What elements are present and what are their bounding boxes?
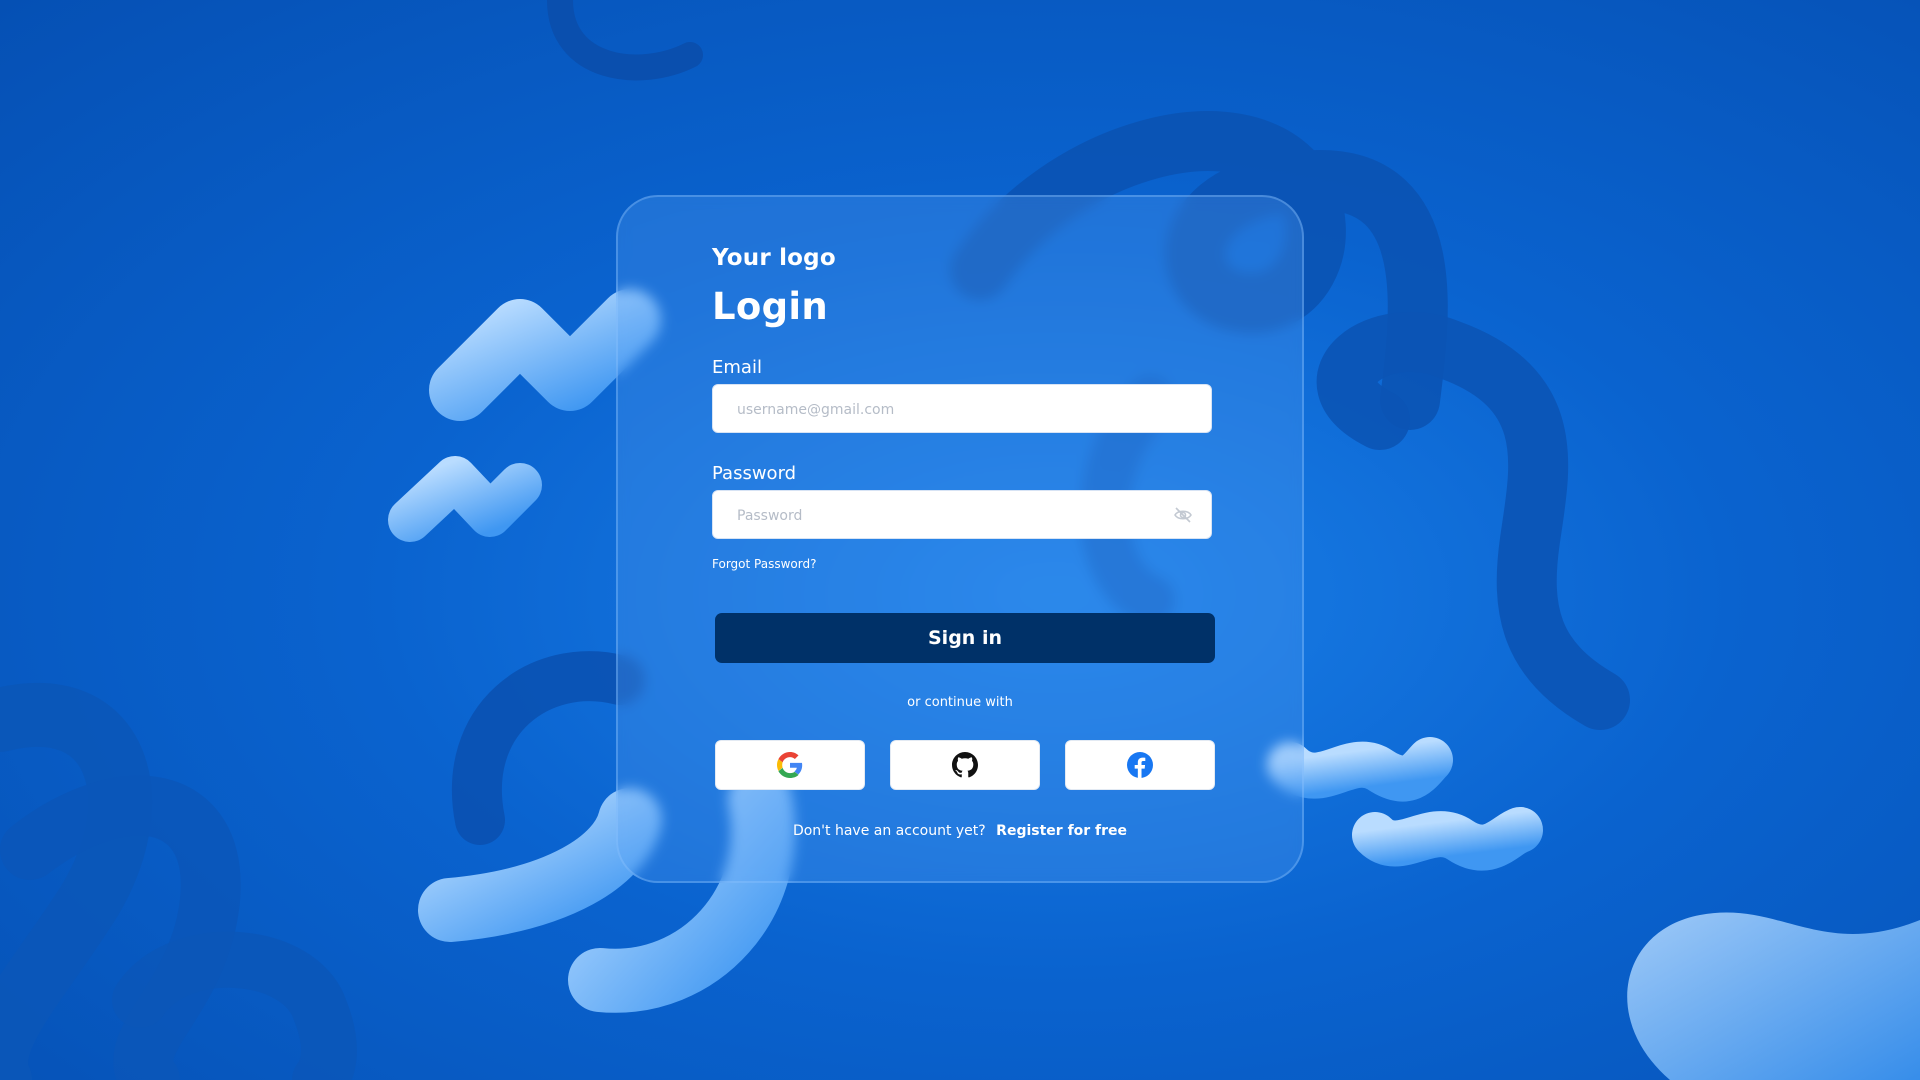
register-row: Don't have an account yet? Register for … bbox=[618, 823, 1302, 839]
password-label: Password bbox=[712, 463, 797, 484]
forgot-password-link[interactable]: Forgot Password? bbox=[712, 557, 816, 571]
logo-text: Your logo bbox=[712, 245, 836, 271]
register-prompt: Don't have an account yet? bbox=[792, 823, 986, 839]
email-field[interactable] bbox=[735, 385, 1159, 434]
eye-off-icon[interactable] bbox=[1173, 506, 1193, 524]
email-field-box bbox=[712, 384, 1212, 434]
google-button[interactable] bbox=[715, 740, 865, 790]
register-link[interactable]: Register for free bbox=[996, 823, 1127, 839]
password-field[interactable] bbox=[735, 491, 1159, 540]
sign-in-label: Sign in bbox=[928, 627, 1002, 649]
sign-in-button[interactable]: Sign in bbox=[715, 613, 1215, 663]
google-icon bbox=[777, 752, 803, 778]
password-field-box bbox=[712, 490, 1212, 540]
page-title: Login bbox=[712, 285, 829, 328]
facebook-button[interactable] bbox=[1065, 740, 1215, 790]
email-label: Email bbox=[712, 357, 762, 378]
divider-text: or continue with bbox=[907, 695, 1013, 710]
facebook-icon bbox=[1127, 752, 1153, 778]
login-card: Your logo Login Email Password Forgot Pa… bbox=[616, 195, 1304, 883]
github-icon bbox=[952, 752, 978, 778]
github-button[interactable] bbox=[890, 740, 1040, 790]
